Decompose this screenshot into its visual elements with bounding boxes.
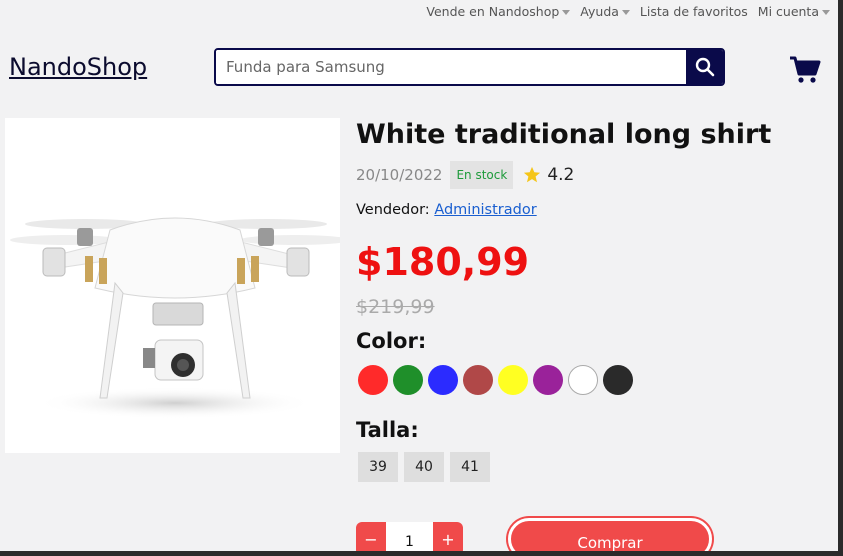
seller-info: Vendedor: Administrador	[356, 202, 537, 218]
sell-link[interactable]: Vende en Nandoshop	[426, 3, 571, 19]
search-input[interactable]	[216, 50, 686, 84]
cart-icon	[790, 56, 821, 83]
color-swatch[interactable]	[393, 365, 423, 395]
product-price: $180,99	[356, 240, 530, 284]
rating: 4.2	[523, 165, 574, 185]
size-option[interactable]: 41	[450, 452, 490, 482]
search-bar	[214, 48, 725, 86]
color-swatch[interactable]	[463, 365, 493, 395]
product-image	[5, 118, 350, 453]
product-title: White traditional long shirt	[356, 119, 772, 150]
favorites-link[interactable]: Lista de favoritos	[640, 4, 748, 19]
star-icon	[524, 166, 541, 183]
stock-badge: En stock	[450, 161, 514, 189]
color-swatches	[358, 365, 633, 395]
color-swatch[interactable]	[358, 365, 388, 395]
search-icon	[695, 57, 714, 77]
size-options: 39 40 41	[358, 452, 490, 482]
old-price: $219,99	[356, 296, 435, 318]
buy-button[interactable]: Comprar	[508, 518, 712, 551]
product-meta: 20/10/2022 En stock 4.2	[356, 161, 574, 189]
color-swatch[interactable]	[428, 365, 458, 395]
quantity-value[interactable]: 1	[386, 522, 433, 551]
search-button[interactable]	[686, 50, 723, 84]
size-option[interactable]: 40	[404, 452, 444, 482]
size-label: Talla:	[356, 418, 419, 442]
account-link[interactable]: Mi cuenta	[758, 4, 830, 19]
increase-quantity-button[interactable]: +	[433, 522, 463, 551]
decrease-quantity-button[interactable]: −	[356, 522, 386, 551]
color-swatch[interactable]	[568, 365, 598, 395]
seller-label: Vendedor:	[356, 202, 430, 218]
account-link-label: Mi cuenta	[757, 3, 819, 19]
chevron-down-icon	[562, 9, 571, 15]
color-swatch[interactable]	[533, 365, 563, 395]
quantity-stepper: − 1 +	[356, 522, 463, 551]
chevron-down-icon	[822, 9, 830, 15]
chevron-down-icon	[621, 9, 630, 15]
size-option[interactable]: 39	[358, 452, 398, 482]
seller-link[interactable]: Administrador	[434, 202, 536, 218]
color-swatch[interactable]	[603, 365, 633, 395]
site-logo[interactable]: NandoShop	[9, 53, 147, 81]
top-nav: Vende en Nandoshop Ayuda Lista de favori…	[0, 0, 838, 22]
help-link-label: Ayuda	[580, 3, 619, 19]
favorites-link-label: Lista de favoritos	[639, 3, 748, 19]
product-page: Vende en Nandoshop Ayuda Lista de favori…	[0, 0, 838, 551]
color-label: Color:	[356, 329, 427, 353]
product-date: 20/10/2022	[356, 166, 443, 184]
sell-link-label: Vende en Nandoshop	[426, 3, 560, 19]
cart-button[interactable]	[789, 55, 821, 85]
help-link[interactable]: Ayuda	[580, 4, 630, 19]
drone-image	[10, 217, 350, 419]
color-swatch[interactable]	[498, 365, 528, 395]
rating-value: 4.2	[547, 165, 575, 185]
